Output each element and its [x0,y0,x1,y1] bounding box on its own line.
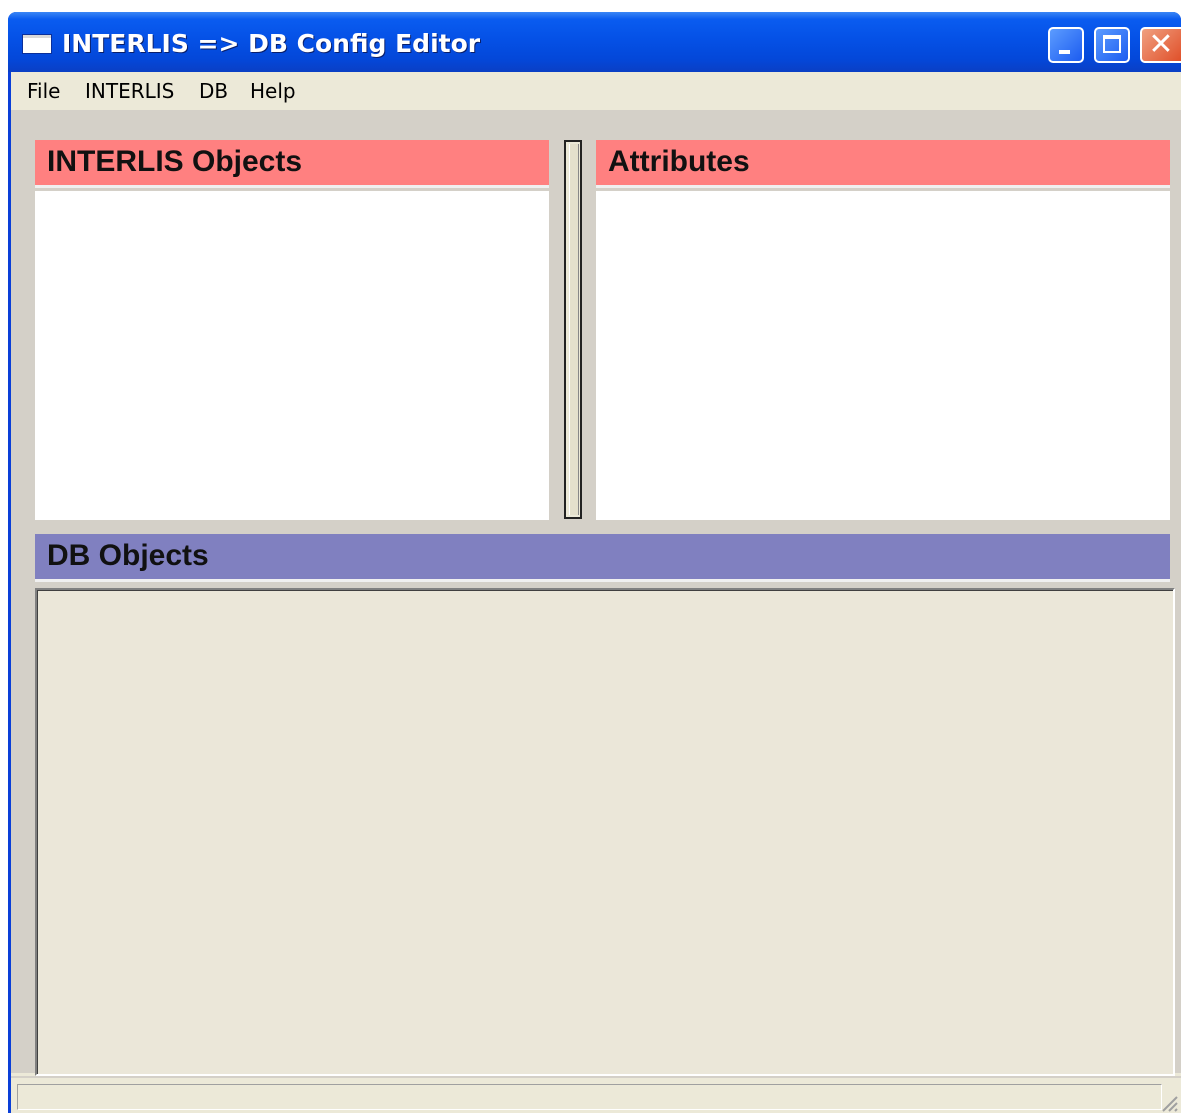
attributes-header: Attributes [596,140,1170,188]
interlis-objects-header: INTERLIS Objects [35,140,549,188]
menu-db[interactable]: DB [199,80,228,102]
close-button[interactable]: ✕ [1140,27,1181,63]
db-objects-area[interactable] [35,588,1175,1076]
title-bar[interactable]: INTERLIS => DB Config Editor ✕ [8,12,1181,72]
vertical-splitter[interactable] [564,140,582,519]
minimize-icon [1059,50,1070,54]
menu-interlis[interactable]: INTERLIS [85,80,174,102]
minimize-button[interactable] [1048,27,1084,63]
maximize-button[interactable] [1094,27,1130,63]
client-area: File INTERLIS DB Help INTERLIS Objects A… [11,72,1181,1113]
maximize-icon [1103,35,1121,53]
status-text [17,1084,1162,1110]
menu-bar: File INTERLIS DB Help [11,72,1181,111]
interlis-objects-tree[interactable] [35,191,549,520]
app-window: INTERLIS => DB Config Editor ✕ File INTE… [8,12,1181,1113]
db-objects-header: DB Objects [35,534,1170,582]
splitter-handle [569,144,579,515]
status-bar [11,1076,1181,1113]
window-title: INTERLIS => DB Config Editor [62,29,481,58]
menu-file[interactable]: File [27,80,60,102]
resize-grip-icon[interactable] [1157,1091,1179,1113]
close-icon: ✕ [1148,27,1174,62]
attributes-table[interactable] [596,191,1170,520]
window-app-icon[interactable] [22,34,52,54]
menu-help[interactable]: Help [250,80,296,102]
